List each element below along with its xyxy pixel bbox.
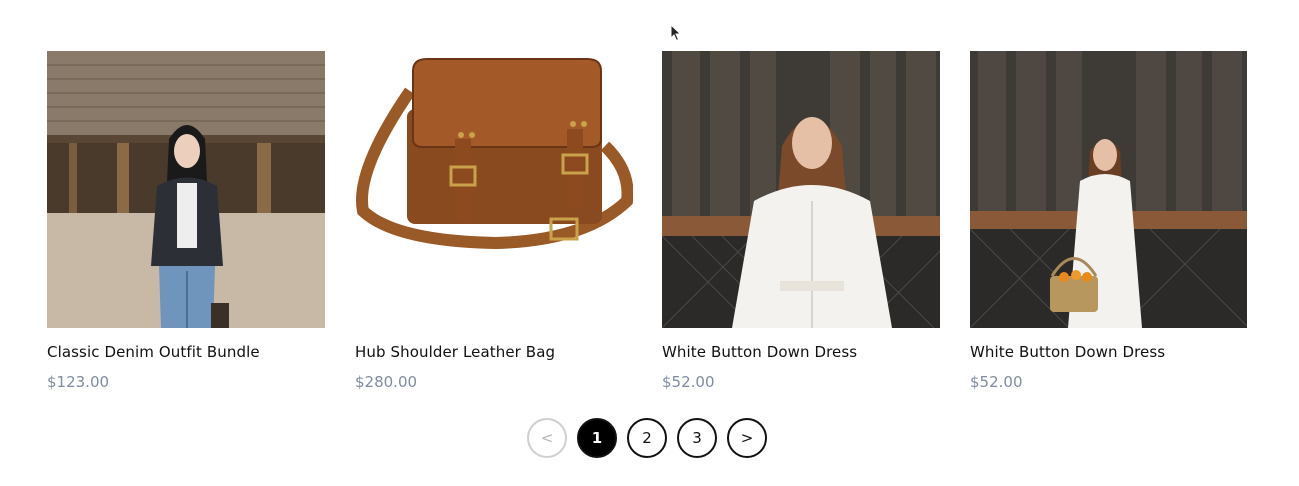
chevron-left-icon: < [540,429,554,447]
product-title[interactable]: White Button Down Dress [662,343,940,361]
product-price: $123.00 [47,373,110,391]
woman-white-dress-photo[interactable] [662,51,940,328]
product-grid: Classic Denim Outfit Bundle $123.00 Hub … [47,51,1247,391]
page-3-button[interactable]: 3 [677,418,717,458]
next-page-button[interactable]: > [727,418,767,458]
page-1-button[interactable]: 1 [577,418,617,458]
product-price: $52.00 [970,373,1023,391]
product-title[interactable]: Hub Shoulder Leather Bag [355,343,633,361]
product-title[interactable]: White Button Down Dress [970,343,1247,361]
product-price: $52.00 [662,373,715,391]
product-card[interactable]: Classic Denim Outfit Bundle $123.00 [47,51,325,391]
mouse-cursor-icon [670,24,682,42]
chevron-right-icon: > [740,429,754,447]
pagination: < 1 2 3 > [527,418,767,458]
product-title[interactable]: Classic Denim Outfit Bundle [47,343,325,361]
product-card[interactable]: White Button Down Dress $52.00 [662,51,940,391]
prev-page-button[interactable]: < [527,418,567,458]
product-card[interactable]: Hub Shoulder Leather Bag $280.00 [355,51,633,391]
leather-bag-photo[interactable] [355,51,633,328]
product-card[interactable]: White Button Down Dress $52.00 [970,51,1247,391]
product-price: $280.00 [355,373,418,391]
page-2-button[interactable]: 2 [627,418,667,458]
woman-white-dress-basket-photo[interactable] [970,51,1247,328]
woman-denim-jacket-photo[interactable] [47,51,325,328]
